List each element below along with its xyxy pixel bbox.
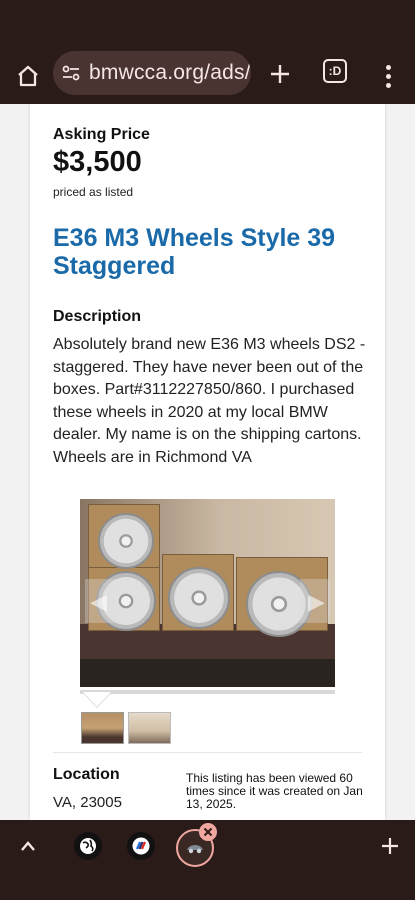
gallery-slider-bar [80,690,335,694]
tab-bmw[interactable] [127,832,155,860]
location-value: VA, 23005 [53,794,122,811]
site-settings-icon[interactable] [61,63,81,83]
expand-tabs-button[interactable] [16,834,40,858]
browser-toolbar: bmwcca.org/ads/ :D [0,48,415,104]
photo-floor [80,659,335,687]
price-label: Asking Price [53,126,150,143]
address-bar[interactable]: bmwcca.org/ads/ [53,51,251,95]
car-thumbnail-icon [187,845,203,854]
asking-price: $3,500 [53,146,142,178]
location-label: Location [53,766,120,783]
plus-icon [271,65,289,83]
more-menu-button[interactable] [376,60,400,92]
menu-dot [385,73,391,79]
close-tab-button[interactable] [199,823,217,841]
listing-title: E36 M3 Wheels Style 39 Staggered [53,224,336,280]
web-page: Asking Price $3,500 priced as listed E36… [0,104,415,820]
add-tab-button[interactable] [378,834,402,858]
wheel [98,513,154,569]
menu-dot [385,64,391,70]
views-note: This listing has been viewed 60 times si… [186,771,363,811]
globe-icon [80,838,96,854]
chevron-right-icon: ▶ [308,589,325,614]
bmw-m-icon [132,837,150,855]
menu-dot [385,82,391,88]
description-label: Description [53,308,142,325]
tab-globe[interactable] [74,832,102,860]
section-divider [53,752,362,753]
new-tab-button[interactable] [264,58,296,90]
home-icon [18,65,38,87]
chevron-left-icon: ◀ [90,589,107,614]
gallery-prev-button[interactable]: ◀ [85,579,115,623]
close-icon [203,827,213,837]
listing-card: Asking Price $3,500 priced as listed E36… [30,104,385,820]
wheel [168,567,230,629]
gallery-next-button[interactable]: ▶ [300,579,330,623]
plus-icon [382,838,398,854]
price-note: priced as listed [53,185,134,199]
url-text[interactable]: bmwcca.org/ads/ [89,61,251,85]
home-button[interactable] [12,60,44,92]
gallery-main-photo[interactable] [80,499,335,687]
tab-switcher-button[interactable]: :D [323,59,347,83]
gallery-thumbnail[interactable] [128,712,171,744]
tab-strip [0,820,415,900]
gallery-active-indicator [83,692,111,707]
status-bar [0,0,415,48]
gallery-thumbnail[interactable] [81,712,124,744]
chevron-up-icon [21,841,35,851]
description-text: Absolutely brand new E36 M3 wheels DS2 -… [53,336,366,466]
